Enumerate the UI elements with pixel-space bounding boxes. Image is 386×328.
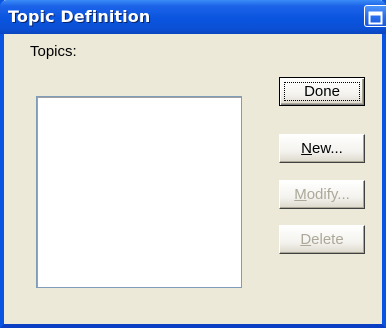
delete-button-label: Delete	[300, 231, 344, 248]
restore-icon[interactable]	[364, 5, 386, 27]
modify-button[interactable]: Modify...	[279, 180, 365, 209]
title-bar[interactable]: Topic Definition	[0, 0, 386, 34]
topics-listbox[interactable]	[36, 96, 242, 288]
topic-definition-window: Topic Definition Topics: Done New... Mod…	[0, 0, 386, 328]
done-button-label: Done	[304, 83, 340, 100]
delete-button[interactable]: Delete	[279, 225, 365, 254]
topics-label: Topics:	[30, 43, 77, 60]
window-title: Topic Definition	[8, 7, 151, 26]
new-button-label: New...	[301, 140, 343, 157]
modify-button-label: Modify...	[294, 186, 350, 203]
done-button[interactable]: Done	[279, 77, 365, 106]
new-button[interactable]: New...	[279, 134, 365, 163]
